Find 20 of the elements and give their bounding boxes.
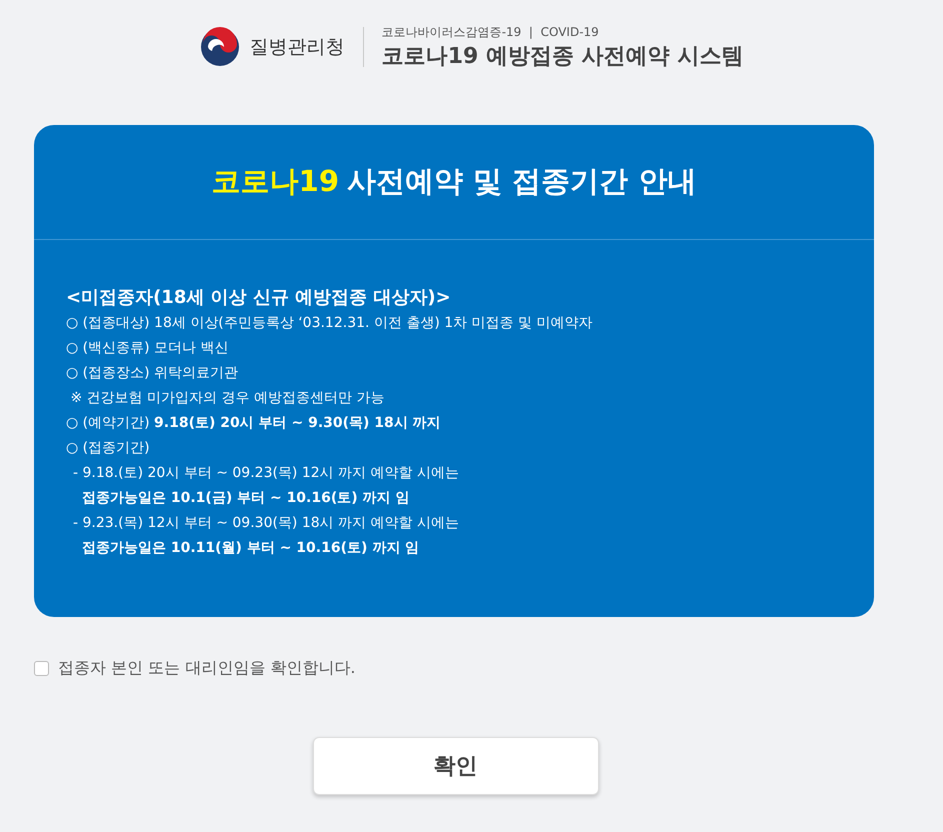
notice-line: ○ (접종장소) 위탁의료기관 xyxy=(66,365,238,381)
title-highlight: 코로나19 xyxy=(212,163,340,200)
consent-label: 접종자 본인 또는 대리인임을 확인합니다. xyxy=(58,658,356,679)
consent-checkbox[interactable] xyxy=(34,661,49,676)
notice-title: 사전예약 및 접종기간 안내 xyxy=(347,163,696,200)
notice-line: ○ (예약기간) 9.18(토) 20시 부터 ~ 9.30(목) 18시 까지 xyxy=(66,415,441,431)
agency-name: 질병관리청 xyxy=(250,35,345,60)
header-subtitle: 코로나바이러스감염증-19 | COVID-19 xyxy=(382,24,600,40)
confirm-button[interactable]: 확인 xyxy=(312,737,598,795)
notice-line: ○ (백신종류) 모더나 백신 xyxy=(66,340,228,356)
emblem-icon xyxy=(200,27,240,67)
notice-line: ○ (접종대상) 18세 이상(주민등록상 ‘03.12.31. 이전 출생) 1차 미접종 및 미예약자 xyxy=(66,315,593,331)
notice-line: 접종가능일은 10.1(금) 부터 ~ 10.16(토) 까지 임 xyxy=(82,490,410,506)
notice-line: - 9.18.(토) 20시 부터 ~ 09.23(목) 12시 까지 예약할 시에는 xyxy=(73,465,460,481)
notice-line: ※ 건강보험 미가입자의 경우 예방접종센터만 가능 xyxy=(69,390,384,406)
notice-line: - 9.23.(목) 12시 부터 ~ 09.30(목) 18시 까지 예약할 시에는 xyxy=(73,515,460,531)
notice-line: ○ (접종기간) xyxy=(66,440,150,456)
system-title: 코로나19 예방접종 사전예약 시스템 xyxy=(382,42,744,70)
notice-line: 접종가능일은 10.11(월) 부터 ~ 10.16(토) 까지 임 xyxy=(82,540,420,556)
notice-heading: <미접종자(18세 이상 신규 예방접종 대상자)> xyxy=(66,286,452,310)
